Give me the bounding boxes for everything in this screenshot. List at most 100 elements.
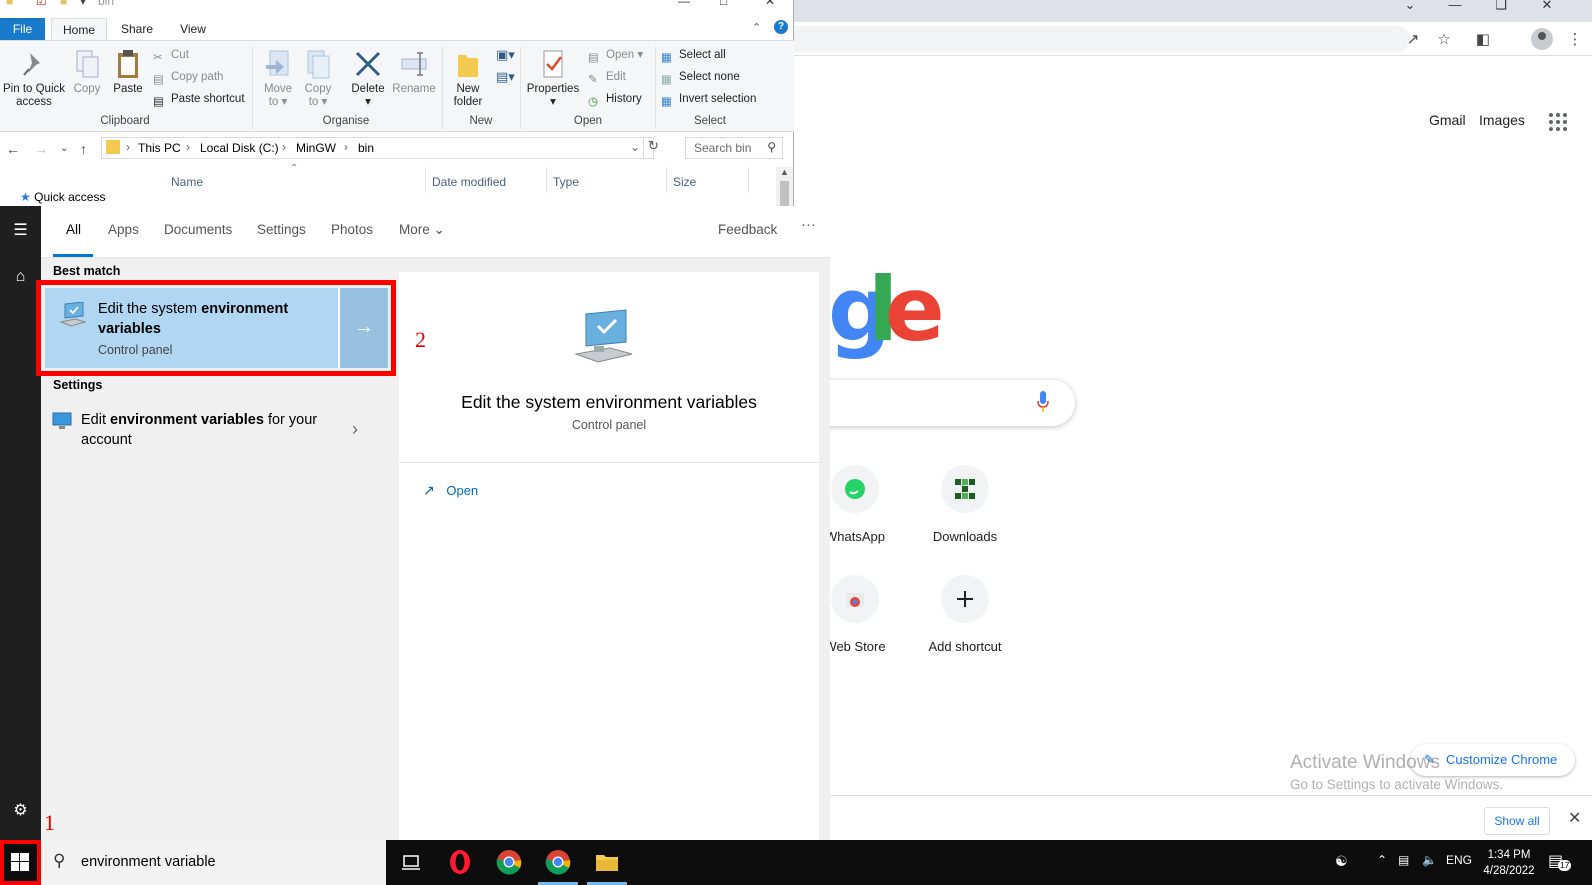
minimize-icon[interactable]: —	[1440, 0, 1470, 11]
share-icon[interactable]: ↗	[1403, 30, 1423, 48]
paste-shortcut-button[interactable]: ▤ Paste shortcut	[153, 91, 245, 108]
forward-arrow-icon[interactable]: →	[34, 141, 48, 157]
breadcrumb-item[interactable]: This PC	[138, 141, 181, 155]
history-button[interactable]: ◷ History	[588, 91, 642, 108]
move-to-button[interactable]: Move to ▾	[260, 49, 296, 109]
nav-quick-access[interactable]: ★ Quick access	[20, 190, 105, 204]
new-folder-button[interactable]: New folder	[448, 49, 488, 109]
breadcrumb-item[interactable]: MinGW	[296, 141, 336, 155]
properties-button[interactable]: Properties ▾	[526, 49, 580, 109]
file-list-scrollbar[interactable]: ▲	[776, 167, 793, 211]
open-action[interactable]: ↗ Open	[423, 482, 478, 499]
filter-tab-photos[interactable]: Photos	[331, 222, 373, 237]
recent-locations-chevron-icon[interactable]: ⌄	[60, 143, 68, 154]
chrome-menu-icon[interactable]: ⋮	[1565, 30, 1585, 48]
start-button[interactable]	[0, 840, 41, 885]
people-icon[interactable]: ☯	[1335, 853, 1348, 870]
add-shortcut-button[interactable]: Add shortcut	[910, 575, 1020, 654]
delete-button[interactable]: Delete ▾	[348, 49, 388, 109]
column-divider[interactable]	[666, 167, 667, 193]
column-divider[interactable]	[748, 167, 749, 193]
tab-home[interactable]: Home	[51, 18, 107, 40]
opera-icon[interactable]	[445, 847, 475, 877]
copy-path-button[interactable]: ▤ Copy path	[153, 69, 223, 86]
filter-tab-apps[interactable]: Apps	[108, 222, 139, 237]
qat-dropdown-icon[interactable]: ▾	[80, 0, 86, 8]
close-download-shelf-icon[interactable]: ✕	[1568, 808, 1581, 828]
column-divider[interactable]	[425, 167, 426, 193]
copy-button[interactable]: Copy	[70, 49, 104, 96]
breadcrumb-item[interactable]: Local Disk (C:)	[200, 141, 279, 155]
chrome-close-icon[interactable]: ✕	[1532, 0, 1562, 11]
edit-button[interactable]: ✎ Edit	[588, 69, 626, 86]
tab-search-chevron-icon[interactable]: ⌄	[1395, 0, 1425, 11]
invert-selection-button[interactable]: ▦ Invert selection	[661, 91, 756, 108]
new-folder-qat-icon[interactable]: ■	[60, 0, 67, 8]
tab-share[interactable]: Share	[111, 18, 163, 40]
filter-tab-settings[interactable]: Settings	[257, 222, 306, 237]
open-button[interactable]: ▤ Open ▾	[588, 47, 643, 64]
minimize-icon[interactable]: —	[678, 0, 690, 8]
google-search-box[interactable]	[800, 380, 1075, 426]
select-none-button[interactable]: ▦ Select none	[661, 69, 740, 86]
show-hidden-icons-chevron[interactable]: ⌃	[1377, 853, 1387, 867]
show-all-downloads-button[interactable]: Show all	[1484, 807, 1550, 835]
profile-avatar[interactable]	[1531, 28, 1553, 50]
column-header-date[interactable]: Date modified	[432, 175, 506, 189]
feedback-link[interactable]: Feedback	[718, 222, 777, 237]
back-arrow-icon[interactable]: ←	[6, 141, 20, 157]
column-header-type[interactable]: Type	[553, 175, 579, 189]
filter-tab-all[interactable]: All	[66, 222, 81, 237]
new-item-icon[interactable]: ▣▾	[496, 47, 515, 63]
voice-search-icon[interactable]	[1037, 391, 1049, 413]
address-bar[interactable]: › This PC › Local Disk (C:) › MinGW › bi…	[101, 137, 654, 159]
language-indicator[interactable]: ENG	[1446, 853, 1472, 867]
explorer-close-icon[interactable]: ✕	[765, 0, 775, 8]
filter-tab-documents[interactable]: Documents	[164, 222, 232, 237]
gmail-link[interactable]: Gmail	[1429, 112, 1466, 128]
search-bin-field[interactable]: Search bin ⚲	[685, 137, 783, 159]
column-header-name[interactable]: Name	[171, 175, 203, 189]
chrome-icon[interactable]	[494, 847, 524, 877]
rename-button[interactable]: Rename	[392, 49, 436, 96]
maximize-icon[interactable]: □	[720, 0, 727, 8]
task-view-icon[interactable]	[396, 847, 426, 877]
taskbar-clock[interactable]: 1:34 PM 4/28/2022	[1474, 847, 1544, 879]
paste-button[interactable]: Paste	[110, 49, 146, 96]
refresh-icon[interactable]: ↻	[643, 138, 663, 158]
file-explorer-icon[interactable]	[592, 847, 622, 877]
settings-gear-icon[interactable]: ⚙	[0, 800, 41, 820]
chevron-right-icon[interactable]: ›	[352, 419, 358, 440]
tab-view[interactable]: View	[167, 18, 219, 40]
bookmark-star-icon[interactable]: ☆	[1434, 30, 1454, 48]
google-apps-icon[interactable]	[1549, 113, 1567, 131]
address-dropdown-icon[interactable]: ⌄	[630, 140, 640, 154]
properties-qat-icon[interactable]: ☑	[36, 0, 47, 8]
taskbar-search-box[interactable]: ⚲ environment variable	[41, 840, 386, 885]
restore-icon[interactable]: ❏	[1486, 0, 1516, 11]
chrome-address-bar[interactable]	[770, 26, 1410, 52]
up-arrow-icon[interactable]: ↑	[80, 141, 87, 157]
more-options-icon[interactable]: ···	[801, 216, 816, 233]
volume-icon[interactable]: 🔈	[1422, 853, 1437, 867]
pin-to-quick-access-button[interactable]: Pin to Quick access	[2, 49, 66, 109]
shortcut-downloads[interactable]: Downloads	[910, 465, 1020, 544]
scroll-up-arrow-icon[interactable]: ▲	[780, 167, 789, 177]
filter-tab-more[interactable]: More ⌄	[399, 222, 445, 238]
side-panel-icon[interactable]: ◧	[1473, 30, 1493, 48]
breadcrumb-item[interactable]: bin	[358, 141, 374, 155]
images-link[interactable]: Images	[1479, 112, 1525, 128]
settings-result-item[interactable]: Edit environment variables for your acco…	[52, 410, 377, 455]
column-header-size[interactable]: Size	[673, 175, 696, 189]
tab-file[interactable]: File	[0, 18, 45, 40]
home-icon[interactable]: ⌂	[0, 268, 41, 286]
help-icon[interactable]: ?	[774, 20, 788, 34]
easy-access-icon[interactable]: ▤▾	[496, 69, 515, 85]
collapse-ribbon-icon[interactable]: ⌃	[752, 21, 761, 34]
hamburger-menu-icon[interactable]: ☰	[0, 220, 41, 240]
chrome-icon[interactable]	[543, 847, 573, 877]
network-icon[interactable]: ▤	[1398, 853, 1409, 867]
action-center-button[interactable]: ▤ 17	[1548, 851, 1572, 871]
column-divider[interactable]	[546, 167, 547, 193]
cut-button[interactable]: ✂ Cut	[153, 47, 189, 64]
